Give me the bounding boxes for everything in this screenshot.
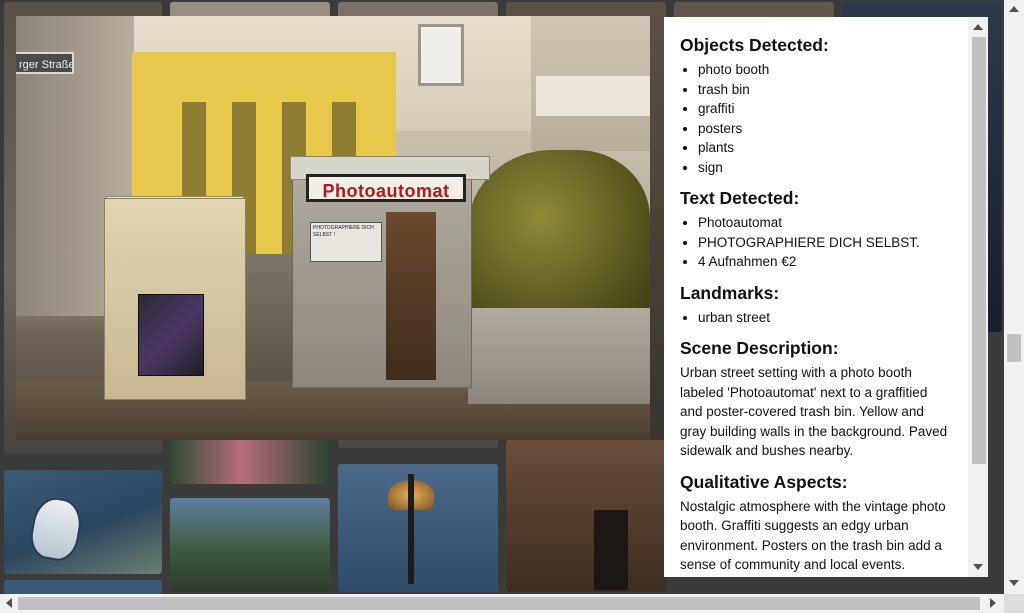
qualitative-description: Nostalgic atmosphere with the vintage ph… [680, 498, 946, 573]
scene-description: Urban street setting with a photo booth … [680, 365, 948, 458]
scroll-up-icon[interactable] [1009, 6, 1019, 12]
page-horizontal-scrollbar[interactable] [0, 594, 1004, 613]
objects-list: photo booth trash bin graffiti posters p… [680, 60, 952, 177]
list-item: sign [698, 158, 952, 178]
gallery-thumbnail[interactable] [170, 498, 330, 592]
list-item: urban street [698, 308, 952, 328]
gallery-thumbnail[interactable] [4, 470, 162, 574]
landmarks-list: urban street [680, 308, 952, 328]
photo-stone-wall [468, 308, 650, 404]
photo-window [418, 24, 464, 86]
text-heading: Text Detected: [680, 188, 800, 208]
scrollbar-corner [1004, 594, 1024, 613]
list-item: plants [698, 138, 952, 158]
list-item: graffiti [698, 99, 952, 119]
list-item: 4 Aufnahmen €2 [698, 252, 952, 272]
boat-shape [26, 494, 86, 564]
qualitative-heading: Qualitative Aspects: [680, 471, 848, 492]
gallery-thumbnail[interactable] [4, 580, 162, 594]
photo-booth-panel: PHOTOGRAPHIERE DICH SELBST ! [310, 222, 382, 262]
photo-booth-label: Photoautomat [306, 174, 466, 202]
gallery-thumbnail[interactable] [506, 440, 666, 592]
list-item: Photoautomat [698, 213, 952, 233]
panel-scroll-thumb[interactable] [972, 37, 986, 464]
list-item: posters [698, 119, 952, 139]
gallery-thumbnail[interactable] [170, 438, 330, 484]
scroll-up-icon[interactable] [973, 24, 983, 30]
photo-booth-door [386, 212, 436, 380]
selected-photo: rger Straße Photoautomat PHOTOGRAPHIERE … [16, 16, 650, 440]
analysis-content: Objects Detected: photo booth trash bin … [680, 34, 952, 577]
scroll-down-icon[interactable] [1009, 580, 1019, 586]
page-vertical-scrollbar[interactable] [1004, 0, 1024, 594]
scroll-left-icon[interactable] [6, 598, 12, 608]
text-list: Photoautomat PHOTOGRAPHIERE DICH SELBST.… [680, 213, 952, 272]
scene-heading: Scene Description: [680, 338, 839, 358]
analysis-panel[interactable]: Objects Detected: photo booth trash bin … [664, 17, 988, 577]
photo-poster [138, 294, 204, 376]
page-horizontal-scroll-thumb[interactable] [18, 597, 980, 610]
page: rger Straße Photoautomat PHOTOGRAPHIERE … [0, 0, 1024, 613]
scroll-down-icon[interactable] [973, 564, 983, 570]
photo-bushes [468, 150, 650, 320]
list-item: photo booth [698, 60, 952, 80]
gallery-thumbnail[interactable] [338, 464, 498, 592]
lamp-post-shape [408, 474, 414, 584]
list-item: trash bin [698, 80, 952, 100]
panel-scrollbar[interactable] [968, 17, 988, 577]
photo-balcony [536, 76, 650, 116]
objects-heading: Objects Detected: [680, 35, 829, 55]
scroll-right-icon[interactable] [990, 598, 996, 608]
landmarks-heading: Landmarks: [680, 282, 780, 303]
list-item: PHOTOGRAPHIERE DICH SELBST. [698, 233, 952, 253]
alley-shape [594, 510, 628, 590]
page-vertical-scroll-thumb[interactable] [1007, 334, 1021, 362]
photo-street-sign: rger Straße [16, 52, 74, 74]
